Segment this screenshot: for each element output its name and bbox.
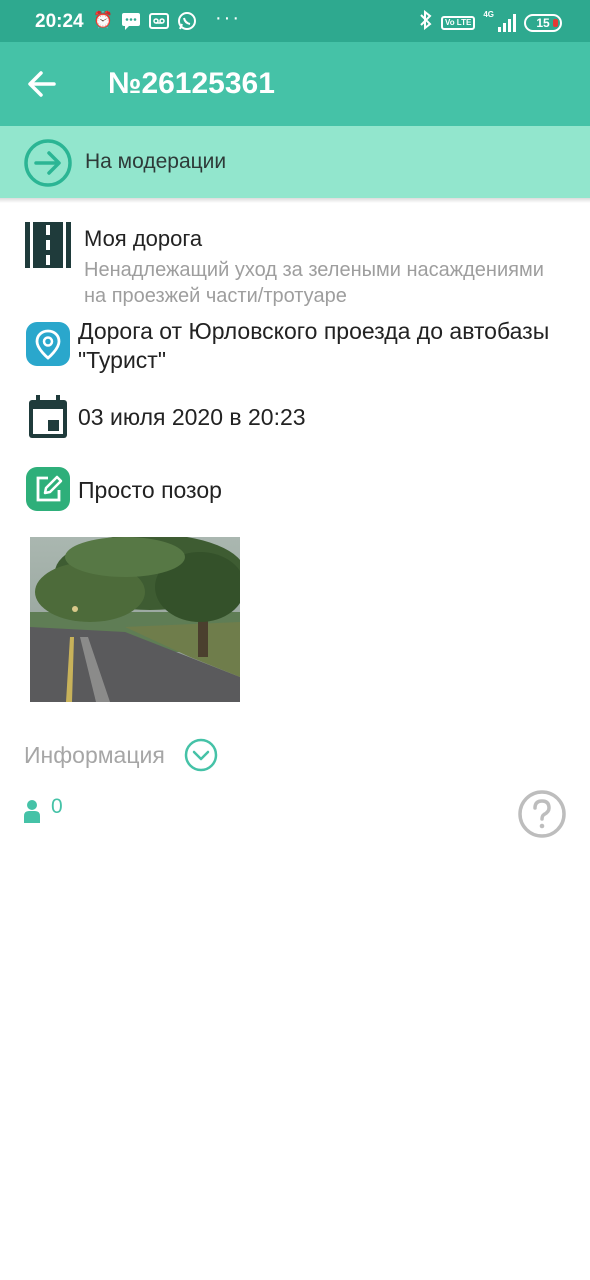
battery-icon: 15 bbox=[524, 13, 562, 32]
volte-icon: Vo LTE bbox=[440, 15, 476, 30]
signal-icon bbox=[498, 13, 516, 32]
info-section-label: Информация bbox=[24, 742, 165, 768]
notification-icons: ⏰ bbox=[93, 11, 197, 31]
address-text: Дорога от Юрловского проезда до автобазы… bbox=[78, 318, 550, 373]
category-subtitle: Ненадлежащий уход за зелеными насаждения… bbox=[84, 259, 544, 307]
back-button[interactable] bbox=[22, 64, 62, 104]
alarm-icon: ⏰ bbox=[93, 12, 113, 29]
edit-note-icon bbox=[26, 467, 70, 511]
whatsapp-icon bbox=[177, 11, 197, 31]
location-pin-icon bbox=[26, 322, 70, 366]
overflow-dots: ··· bbox=[215, 7, 241, 29]
help-icon bbox=[518, 790, 566, 838]
divider bbox=[0, 198, 590, 203]
bluetooth-icon bbox=[419, 9, 433, 35]
tree-photo bbox=[30, 537, 240, 702]
user-count: 0 bbox=[51, 795, 63, 818]
page-title: №26125361 bbox=[108, 67, 275, 100]
photo-thumbnail[interactable] bbox=[30, 537, 240, 702]
date-text: 03 июля 2020 в 20:23 bbox=[78, 404, 306, 430]
voicemail-icon bbox=[149, 11, 169, 31]
arrow-right-circle-icon bbox=[24, 139, 72, 187]
calendar-icon bbox=[29, 395, 67, 438]
message-icon bbox=[121, 11, 141, 31]
help-button[interactable] bbox=[517, 789, 567, 839]
system-indicators: Vo LTE 4G 15 bbox=[419, 9, 562, 35]
moderation-status-banner: На модерации bbox=[0, 126, 590, 198]
status-label: На модерации bbox=[85, 150, 227, 173]
category-title: Моя дорога bbox=[84, 226, 203, 251]
system-status-bar: 20:24 ⏰ ··· Vo LTE 4G 15 bbox=[0, 0, 590, 42]
app-bar: №26125361 bbox=[0, 42, 590, 126]
comment-text: Просто позор bbox=[78, 477, 222, 503]
network-type: 4G bbox=[483, 10, 494, 19]
arrow-left-icon bbox=[28, 71, 56, 97]
road-icon bbox=[25, 222, 71, 268]
user-icon bbox=[24, 800, 40, 823]
chevron-down-circle-icon[interactable] bbox=[184, 738, 218, 772]
status-time: 20:24 bbox=[35, 11, 84, 32]
